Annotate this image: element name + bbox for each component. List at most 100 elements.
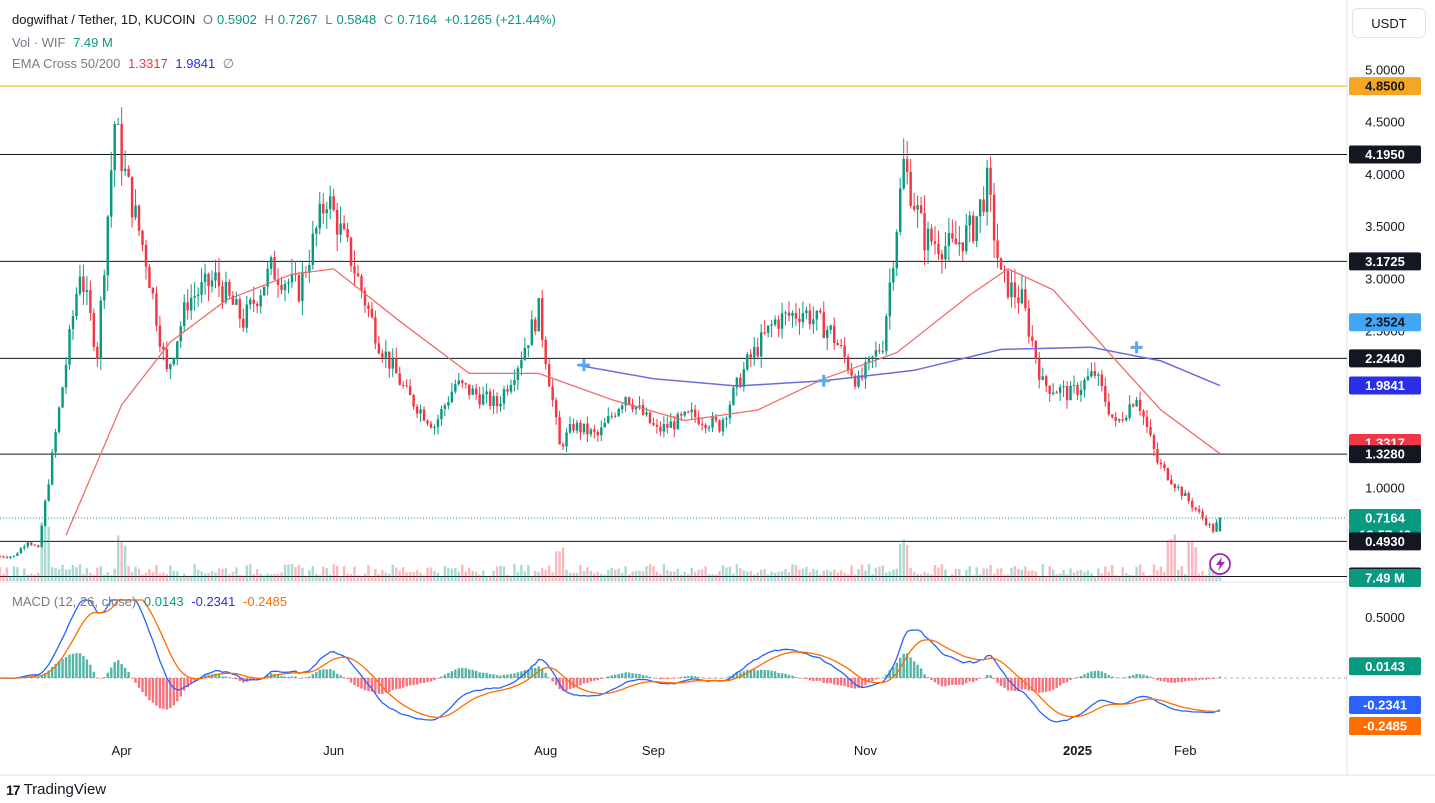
candle-body[interactable] xyxy=(165,349,169,370)
candle-body[interactable] xyxy=(54,432,57,453)
candle-body[interactable] xyxy=(280,284,283,291)
candle-body[interactable] xyxy=(1190,501,1194,508)
candle-body[interactable] xyxy=(356,273,360,277)
candle-body[interactable] xyxy=(947,233,951,247)
candle-body[interactable] xyxy=(1211,524,1215,532)
candle-body[interactable] xyxy=(259,295,262,307)
candle-body[interactable] xyxy=(415,406,419,414)
candle-body[interactable] xyxy=(537,298,540,332)
candle-body[interactable] xyxy=(297,274,301,302)
candle-body[interactable] xyxy=(968,215,971,226)
candle-body[interactable] xyxy=(374,317,377,344)
candle-body[interactable] xyxy=(2,556,5,558)
candle-body[interactable] xyxy=(1163,464,1166,469)
candle-body[interactable] xyxy=(638,405,641,407)
candle-body[interactable] xyxy=(61,387,64,408)
candle-body[interactable] xyxy=(905,158,909,172)
candle-body[interactable] xyxy=(759,332,763,357)
candle-body[interactable] xyxy=(1149,426,1152,436)
candle-body[interactable] xyxy=(1058,387,1062,393)
candle-body[interactable] xyxy=(454,383,457,392)
candle-body[interactable] xyxy=(746,354,749,370)
candle-body[interactable] xyxy=(582,423,586,433)
candle-body[interactable] xyxy=(888,282,892,317)
candle-body[interactable] xyxy=(1197,509,1201,512)
candle-body[interactable] xyxy=(499,403,502,407)
candle-body[interactable] xyxy=(311,233,315,265)
candle-body[interactable] xyxy=(700,424,704,426)
candle-body[interactable] xyxy=(791,313,794,316)
candle-body[interactable] xyxy=(1017,297,1020,304)
candle-body[interactable] xyxy=(388,351,391,369)
candle-body[interactable] xyxy=(141,230,144,245)
candle-body[interactable] xyxy=(770,324,773,326)
candle-body[interactable] xyxy=(610,415,613,417)
candle-body[interactable] xyxy=(867,357,871,363)
candle-body[interactable] xyxy=(846,356,850,370)
candle-body[interactable] xyxy=(916,205,919,210)
candle-body[interactable] xyxy=(992,194,996,241)
candle-body[interactable] xyxy=(516,368,520,380)
candle-body[interactable] xyxy=(1062,386,1065,388)
candle-body[interactable] xyxy=(933,241,937,244)
candle-body[interactable] xyxy=(33,544,36,546)
candle-body[interactable] xyxy=(189,297,193,311)
candle-body[interactable] xyxy=(186,302,189,311)
candle-body[interactable] xyxy=(249,299,252,305)
candle-body[interactable] xyxy=(527,345,530,348)
candle-body[interactable] xyxy=(1069,385,1072,401)
candle-body[interactable] xyxy=(721,419,725,432)
candle-body[interactable] xyxy=(972,215,975,242)
volume-label[interactable]: Vol · WIF xyxy=(12,35,65,50)
candle-body[interactable] xyxy=(881,351,885,353)
candle-body[interactable] xyxy=(756,346,759,357)
candle-body[interactable] xyxy=(669,421,673,428)
candle-body[interactable] xyxy=(937,243,940,255)
candle-body[interactable] xyxy=(603,422,607,428)
candle-body[interactable] xyxy=(895,231,898,269)
candle-body[interactable] xyxy=(749,354,752,358)
candle-body[interactable] xyxy=(923,212,926,251)
candle-body[interactable] xyxy=(1083,379,1086,390)
candle-body[interactable] xyxy=(1093,371,1097,376)
candle-body[interactable] xyxy=(360,276,363,291)
candle-body[interactable] xyxy=(224,281,228,303)
candle-body[interactable] xyxy=(551,386,554,401)
candle-body[interactable] xyxy=(1117,419,1121,421)
candle-body[interactable] xyxy=(558,417,561,445)
candle-body[interactable] xyxy=(207,273,210,287)
candle-body[interactable] xyxy=(982,199,985,212)
candle-body[interactable] xyxy=(655,424,659,427)
candle-body[interactable] xyxy=(627,397,631,405)
candle-body[interactable] xyxy=(978,199,982,217)
candle-body[interactable] xyxy=(47,484,50,501)
candle-body[interactable] xyxy=(151,287,155,294)
candle-body[interactable] xyxy=(829,325,832,330)
candle-body[interactable] xyxy=(600,427,603,436)
candle-body[interactable] xyxy=(805,310,808,314)
candle-body[interactable] xyxy=(169,364,172,370)
candle-body[interactable] xyxy=(1065,386,1069,401)
candle-body[interactable] xyxy=(221,286,224,303)
candle-body[interactable] xyxy=(902,158,905,189)
candle-body[interactable] xyxy=(384,351,388,358)
candle-body[interactable] xyxy=(763,332,766,334)
candle-body[interactable] xyxy=(819,310,822,313)
candle-body[interactable] xyxy=(398,373,401,385)
candle-body[interactable] xyxy=(75,293,78,317)
candle-body[interactable] xyxy=(158,325,162,347)
candle-body[interactable] xyxy=(412,395,415,407)
candle-body[interactable] xyxy=(1013,282,1017,298)
candle-body[interactable] xyxy=(203,273,207,283)
candle-body[interactable] xyxy=(99,300,103,359)
candle-body[interactable] xyxy=(961,242,965,252)
candle-body[interactable] xyxy=(1201,511,1204,518)
candle-body[interactable] xyxy=(130,176,134,218)
candle-body[interactable] xyxy=(836,343,839,345)
candle-body[interactable] xyxy=(322,203,325,214)
visibility-icon[interactable]: ∅ xyxy=(223,56,234,71)
candle-body[interactable] xyxy=(481,394,485,405)
candle-body[interactable] xyxy=(155,293,158,326)
candle-body[interactable] xyxy=(1076,384,1079,395)
candle-body[interactable] xyxy=(534,319,537,332)
